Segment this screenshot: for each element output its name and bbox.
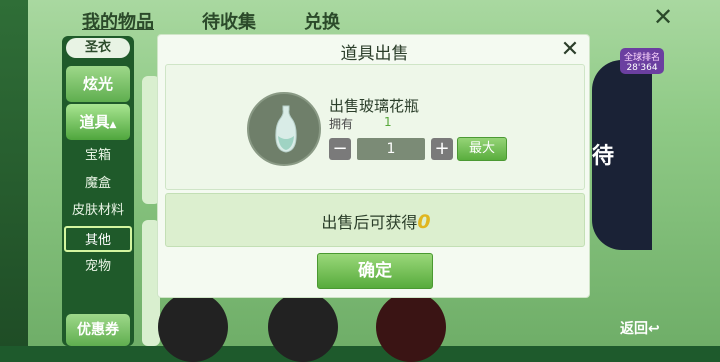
gain-text: 出售后可获得0: [166, 209, 586, 233]
gain-box: 出售后可获得0: [165, 193, 585, 247]
sidebar-item-label: 道具: [79, 113, 110, 131]
top-tabs: 我的物品 待收集 兑换: [72, 6, 350, 36]
caret-up-icon: ▲: [109, 120, 117, 130]
quantity-input[interactable]: 1: [357, 138, 425, 160]
sidebar-item-coupon[interactable]: 优惠券: [66, 314, 130, 346]
left-edge-strip: [0, 0, 28, 346]
sidebar-sub-treasure-box[interactable]: 宝箱: [64, 143, 132, 169]
sidebar-sub-other[interactable]: 其他: [64, 226, 132, 252]
rank-badge[interactable]: 全球排名 28'364: [620, 48, 664, 74]
sell-dialog: 道具出售 ✕ 出售玻璃花瓶 拥有 1 − 1 + 最大 出售后可获得0 确定: [157, 34, 590, 298]
tab-to-collect[interactable]: 待收集: [192, 6, 266, 36]
gain-value: 0: [417, 211, 431, 233]
sidebar-sub-magic-box[interactable]: 魔盒: [64, 171, 132, 197]
close-icon[interactable]: ✕: [652, 5, 674, 29]
vase-icon: [275, 105, 297, 153]
back-label: 返回: [620, 321, 648, 337]
back-arrow-icon: ↩: [648, 321, 660, 337]
item-thumb: [268, 292, 338, 362]
item-box: 出售玻璃花瓶 拥有 1 − 1 + 最大: [165, 64, 585, 190]
sidebar-item-props[interactable]: 道具▲: [66, 104, 130, 140]
right-panel-label: 待: [592, 144, 615, 169]
dialog-title: 道具出售: [340, 44, 409, 64]
tab-my-items[interactable]: 我的物品: [72, 6, 164, 36]
rank-badge-value: 28'364: [626, 63, 658, 73]
own-count: 1: [384, 115, 392, 129]
vase-icon: [247, 92, 321, 166]
rank-badge-title: 全球排名: [623, 53, 660, 63]
item-thumb: [376, 292, 446, 362]
close-icon[interactable]: ✕: [559, 39, 581, 61]
gain-label: 出售后可获得: [321, 213, 418, 232]
item-thumb: [158, 292, 228, 362]
plus-button[interactable]: +: [431, 138, 453, 160]
tab-exchange[interactable]: 兑换: [294, 6, 350, 36]
max-button[interactable]: 最大: [457, 137, 507, 161]
sidebar-item-saint-cloth[interactable]: 圣衣: [66, 38, 130, 58]
item-name: 出售玻璃花瓶: [329, 97, 420, 115]
back-button[interactable]: 返回↩: [620, 318, 660, 338]
sidebar-item-glow[interactable]: 炫光: [66, 66, 130, 102]
sidebar-sub-skin-material[interactable]: 皮肤材料: [64, 198, 132, 224]
sidebar-sub-pet[interactable]: 宠物: [64, 254, 132, 280]
confirm-button[interactable]: 确定: [317, 253, 433, 289]
own-label: 拥有: [329, 117, 354, 131]
minus-button[interactable]: −: [329, 138, 351, 160]
